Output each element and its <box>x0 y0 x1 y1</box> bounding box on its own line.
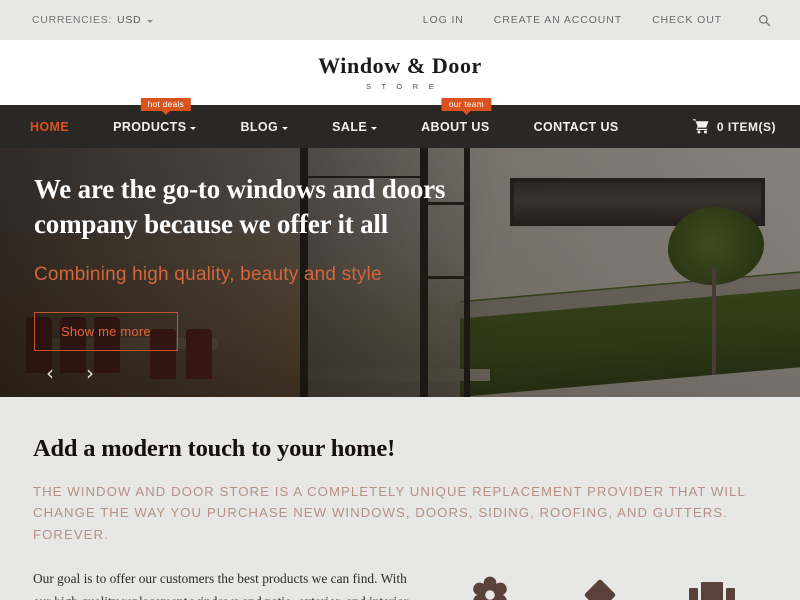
hero-title: We are the go-to windows and doors compa… <box>34 174 446 239</box>
window-panels-icon <box>689 574 735 600</box>
shopping-cart-icon <box>692 119 709 134</box>
nav-item-contact-us[interactable]: CONTACT US <box>534 120 619 134</box>
hero-subtitle: Combining high quality, beauty and style <box>34 264 382 286</box>
top-utility-bar: CURRENCIES: USD LOG IN CREATE AN ACCOUNT… <box>0 0 800 40</box>
currency-label: CURRENCIES: <box>32 14 113 26</box>
nav-item-label: ABOUT US <box>421 119 490 134</box>
nav-item-label: PRODUCTS <box>113 119 187 134</box>
logo-subtitle: S T O R E <box>366 82 438 92</box>
hero-content: We are the go-to windows and doors compa… <box>34 172 504 352</box>
nav-item-label: CONTACT US <box>533 119 619 134</box>
nav-item-sale[interactable]: SALE <box>332 120 399 134</box>
page-title: Add a modern touch to your home! <box>33 435 396 462</box>
nav-item-products[interactable]: hot deals PRODUCTS <box>113 97 218 134</box>
slider-prev-arrow-icon[interactable]: ‹ <box>46 363 54 383</box>
show-me-more-button[interactable]: Show me more <box>34 312 178 352</box>
nav-badge-our-team: our team <box>441 97 491 111</box>
main-content-section: Add a modern touch to your home! THE WIN… <box>0 397 800 600</box>
chevron-down-icon <box>147 19 154 23</box>
nav-item-home[interactable]: HOME <box>30 120 91 134</box>
check-out-link[interactable]: CHECK OUT <box>652 14 722 26</box>
diamond-icon <box>579 574 621 600</box>
chevron-down-icon <box>282 127 289 130</box>
top-utility-links: LOG IN CREATE AN ACCOUNT CHECK OUT <box>423 12 772 28</box>
nav-item-label: SALE <box>332 119 368 134</box>
nav-item-list: HOME hot deals PRODUCTS BLOG SALE our te… <box>30 97 619 134</box>
slider-controls: ‹ › <box>46 363 94 383</box>
cart-button[interactable]: 0 ITEM(S) <box>692 119 776 134</box>
hero-slider: We are the go-to windows and doors compa… <box>0 148 800 397</box>
chevron-down-icon <box>190 127 197 130</box>
nav-item-label: BLOG <box>240 119 279 134</box>
logo-title: Window & Door <box>318 52 482 78</box>
chevron-down-icon <box>371 127 378 130</box>
nav-badge-hot-deals: hot deals <box>140 97 191 111</box>
nav-item-blog[interactable]: BLOG <box>240 120 310 134</box>
feature-icon-row <box>469 568 735 600</box>
main-navigation: HOME hot deals PRODUCTS BLOG SALE our te… <box>0 97 800 148</box>
cart-count-label: 0 ITEM(S) <box>716 119 776 134</box>
nav-item-about-us[interactable]: our team ABOUT US <box>421 97 511 134</box>
flower-icon <box>469 574 511 600</box>
nav-item-label: HOME <box>30 119 70 134</box>
content-columns: Our goal is to offer our customers the b… <box>33 568 766 600</box>
log-in-link[interactable]: LOG IN <box>423 14 464 26</box>
currency-value: USD <box>117 14 142 26</box>
create-account-link[interactable]: CREATE AN ACCOUNT <box>494 14 622 26</box>
search-icon[interactable] <box>756 12 772 28</box>
currency-selector[interactable]: CURRENCIES: USD <box>32 14 154 26</box>
section-body-text: Our goal is to offer our customers the b… <box>33 571 408 600</box>
section-lead-text: THE WINDOW AND DOOR STORE IS A COMPLETEL… <box>33 484 746 542</box>
slider-next-arrow-icon[interactable]: › <box>86 363 94 383</box>
site-logo[interactable]: Window & Door S T O R E <box>0 40 800 105</box>
